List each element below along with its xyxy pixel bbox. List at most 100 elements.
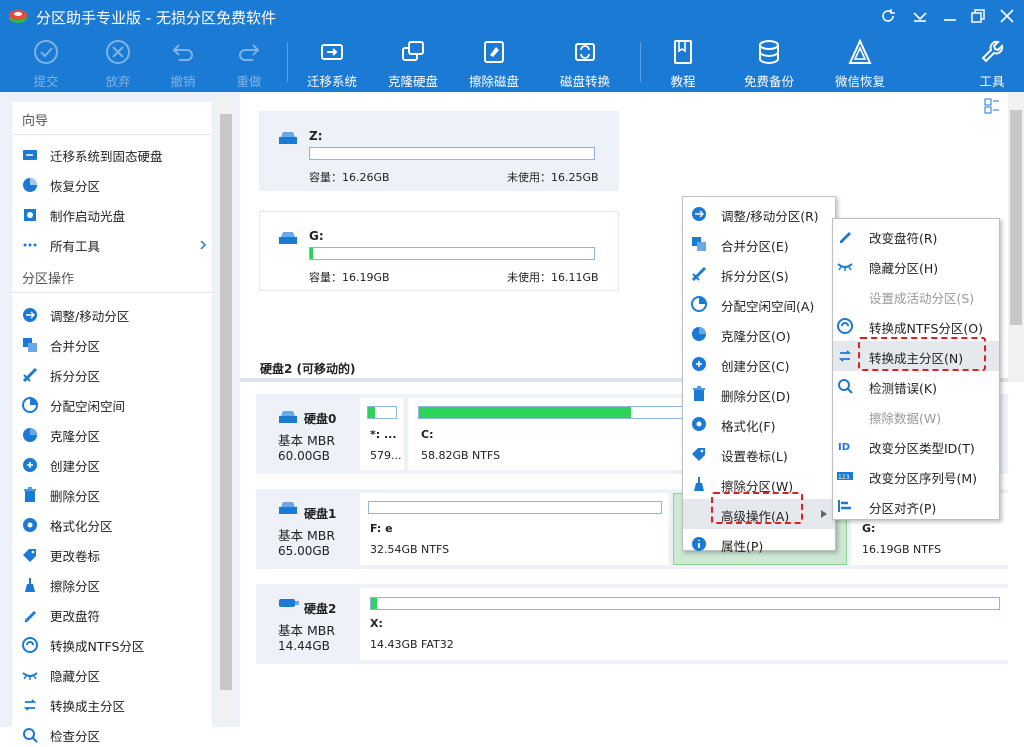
menu-item-allocate[interactable]: 分配空闲空间(A) bbox=[683, 289, 835, 319]
sidebar-item-delete[interactable]: 删除分区 bbox=[22, 483, 208, 507]
restore-icon[interactable] bbox=[970, 8, 986, 24]
menu-item-create[interactable]: 创建分区(C) bbox=[683, 349, 835, 379]
discard-label: 放弃 bbox=[105, 74, 131, 89]
menu-item-delete[interactable]: 删除分区(D) bbox=[683, 379, 835, 409]
convert-primary-icon bbox=[838, 350, 852, 362]
submenu-item-change-serial[interactable]: 123 改变分区序列号(M) bbox=[833, 461, 999, 491]
submenu-item-align-partition[interactable]: 分区对齐(P) bbox=[833, 491, 999, 521]
free-backup-button[interactable]: 免费备份 bbox=[738, 36, 800, 90]
split-icon bbox=[691, 266, 707, 282]
tutorial-label: 教程 bbox=[670, 74, 696, 89]
disk-info-1[interactable]: 硬盘1 基本 MBR 65.00GB bbox=[256, 489, 356, 569]
format-icon bbox=[23, 518, 37, 532]
sidebar-item-merge[interactable]: 合并分区 bbox=[22, 333, 208, 357]
clone-disk-icon bbox=[402, 41, 424, 61]
disk-name: 硬盘0 bbox=[304, 412, 337, 426]
view-toggle-icon[interactable] bbox=[984, 98, 1000, 114]
submenu-item-set-active[interactable]: 设置成活动分区(S) bbox=[833, 281, 999, 311]
drive-letter-icon bbox=[25, 611, 36, 622]
tools-button[interactable]: 工具 bbox=[961, 36, 1023, 90]
check-icon bbox=[23, 728, 38, 743]
refresh-icon[interactable] bbox=[880, 8, 896, 24]
create-icon bbox=[692, 357, 706, 371]
menu-item-merge[interactable]: 合并分区(E) bbox=[683, 229, 835, 259]
menu-item-split[interactable]: 拆分分区(S) bbox=[683, 259, 835, 289]
partition-usage-bar bbox=[309, 247, 595, 260]
submenu-item-wipe-data[interactable]: 擦除数据(W) bbox=[833, 401, 999, 431]
disc-icon bbox=[24, 209, 36, 221]
migrate-os-button[interactable]: 迁移系统 bbox=[301, 36, 363, 90]
sidebar-item-wipe[interactable]: 擦除分区 bbox=[22, 573, 208, 597]
partition-card-z[interactable]: Z: 容量：16.26GB 未使用：16.25GB bbox=[259, 111, 619, 191]
sidebar-item-split[interactable]: 拆分分区 bbox=[22, 363, 208, 387]
submenu-item-check-errors[interactable]: 检测错误(K) bbox=[833, 371, 999, 401]
sidebar-item-allocate[interactable]: 分配空闲空间 bbox=[22, 393, 208, 417]
change-serial-icon: 123 bbox=[837, 472, 853, 481]
partition-x[interactable]: X: 14.43GB FAT32 bbox=[360, 588, 1008, 660]
commit-button[interactable]: 提交 bbox=[15, 36, 77, 90]
partition-system-reserved[interactable]: *: ... 579... bbox=[360, 398, 404, 470]
clone-disk-button[interactable]: 克隆硬盘 bbox=[382, 36, 444, 90]
disk-convert-button[interactable]: 磁盘转换 bbox=[554, 36, 616, 90]
menu-item-resize-move[interactable]: 调整/移动分区(R) bbox=[683, 199, 835, 229]
partition-card-g[interactable]: G: 容量：16.19GB 未使用：16.11GB bbox=[259, 211, 619, 291]
minimize-icon[interactable] bbox=[942, 8, 958, 24]
wipe-disk-button[interactable]: 擦除磁盘 bbox=[463, 36, 525, 90]
sidebar-item-format[interactable]: 格式化分区 bbox=[22, 513, 208, 537]
toolbar-divider bbox=[287, 42, 288, 82]
partition-usage-bar bbox=[309, 147, 595, 160]
wrench-icon bbox=[981, 40, 1004, 63]
partition-capacity: 容量：16.26GB bbox=[309, 171, 390, 184]
submenu-item-change-letter[interactable]: 改变盘符(R) bbox=[833, 221, 999, 251]
disk-info-2[interactable]: 硬盘2 基本 MBR 14.44GB bbox=[256, 584, 356, 664]
wizard-title: 向导 bbox=[22, 114, 49, 129]
disk-info-0[interactable]: 硬盘0 基本 MBR 60.00GB bbox=[256, 394, 356, 474]
menu-item-properties[interactable]: 属性(P) bbox=[683, 529, 835, 559]
commit-icon bbox=[34, 40, 58, 64]
more-icon bbox=[23, 243, 37, 247]
sidebar-item-adjust[interactable]: 调整/移动分区 bbox=[22, 303, 208, 327]
main-scrollbar-thumb[interactable] bbox=[1010, 110, 1022, 325]
sidebar-item-label[interactable]: 更改卷标 bbox=[22, 543, 208, 567]
sidebar-item-ntfs[interactable]: 转换成NTFS分区 bbox=[22, 633, 208, 657]
sidebar-item-clone[interactable]: 克隆分区 bbox=[22, 423, 208, 447]
window-title: 分区助手专业版 - 无损分区免费软件 bbox=[36, 9, 276, 27]
sidebar-item-bootable-disc[interactable]: 制作启动光盘 bbox=[22, 203, 208, 227]
submenu-item-hide-partition[interactable]: 隐藏分区(H) bbox=[833, 251, 999, 281]
partition-usage-bar bbox=[370, 597, 1000, 610]
sidebar-item-create[interactable]: 创建分区 bbox=[22, 453, 208, 477]
discard-button[interactable]: 放弃 bbox=[87, 36, 149, 90]
disk-type: 基本 MBR bbox=[278, 528, 336, 543]
tutorial-button[interactable]: 教程 bbox=[652, 36, 714, 90]
recover-icon bbox=[23, 178, 37, 192]
menu-item-clone[interactable]: 克隆分区(O) bbox=[683, 319, 835, 349]
menu-icon[interactable] bbox=[912, 8, 928, 24]
sidebar-item-migrate-ssd[interactable]: 迁移系统到固态硬盘 bbox=[22, 143, 208, 167]
partition-f[interactable]: F: e 32.54GB NTFS bbox=[360, 493, 669, 565]
hard-disk-icon bbox=[279, 411, 297, 423]
sidebar-item-recover-partition[interactable]: 恢复分区 bbox=[22, 173, 208, 197]
main-scrollbar[interactable] bbox=[1008, 92, 1024, 382]
undo-button[interactable]: 撤销 bbox=[152, 36, 214, 90]
highlight-convert-primary bbox=[858, 337, 986, 371]
sidebar-item-all-tools[interactable]: 所有工具 bbox=[22, 233, 208, 257]
partition-name: Z: bbox=[309, 129, 323, 143]
close-icon[interactable] bbox=[999, 8, 1015, 24]
sidebar-item-drive-letter[interactable]: 更改盘符 bbox=[22, 603, 208, 627]
merge-icon bbox=[23, 338, 37, 352]
sidebar-scrollbar[interactable] bbox=[218, 96, 234, 721]
menu-item-set-label[interactable]: 设置卷标(L) bbox=[683, 439, 835, 469]
menu-item-format[interactable]: 格式化(F) bbox=[683, 409, 835, 439]
disk-name: 硬盘1 bbox=[304, 507, 337, 521]
sidebar-scrollbar-thumb[interactable] bbox=[220, 114, 232, 690]
disk-section-title: 硬盘2 (可移动的) bbox=[260, 362, 356, 376]
properties-icon bbox=[692, 537, 706, 551]
wizard-panel: 向导 迁移系统到固态硬盘 恢复分区 制作启动光盘 所有工具 bbox=[12, 102, 212, 262]
clone-label: 克隆硬盘 bbox=[387, 74, 438, 89]
redo-button[interactable]: 重做 bbox=[218, 36, 280, 90]
sidebar-item-hide[interactable]: 隐藏分区 bbox=[22, 663, 208, 687]
wechat-recovery-button[interactable]: 微信恢复 bbox=[829, 36, 891, 90]
submenu-item-change-type-id[interactable]: ID 改变分区类型ID(T) bbox=[833, 431, 999, 461]
sidebar-item-primary[interactable]: 转换成主分区 bbox=[22, 693, 208, 717]
align-partition-icon bbox=[838, 500, 851, 512]
